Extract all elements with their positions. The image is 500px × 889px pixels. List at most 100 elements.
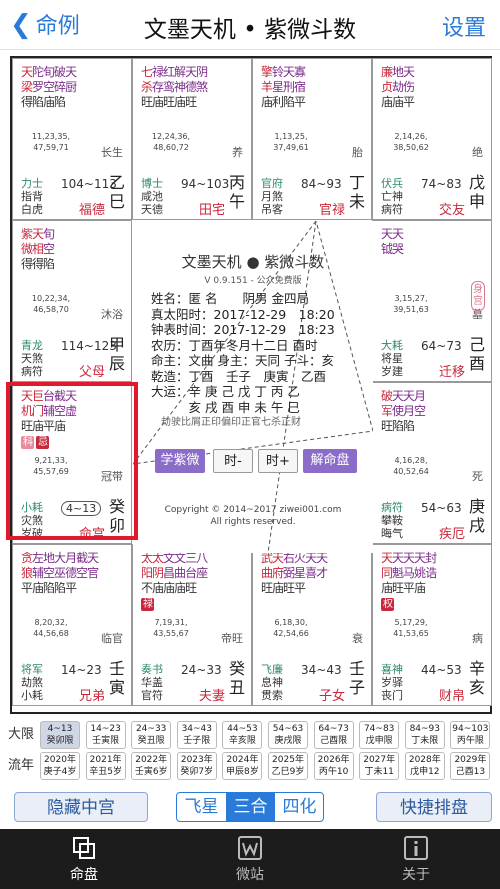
interpret-chart-button[interactable]: 解命盘 [303, 449, 357, 473]
star-char: 罗 [32, 80, 44, 94]
star-char: 天 [392, 227, 404, 241]
palace-name: 父母 [78, 365, 105, 380]
limit-top: 2023年 [180, 755, 213, 765]
sihua-badges: 禄 [141, 596, 207, 611]
minor-star: 小耗 [21, 501, 43, 514]
star-char: 天 [283, 65, 295, 79]
star-char: 太 [141, 551, 153, 565]
tab-about[interactable]: 关于 [376, 835, 456, 884]
palace-yin[interactable]: 贪左地大月截天 狼辅空巫德空官 平庙陷陷平 8,20,32, 44,56,68 临官 将军劫… [12, 544, 132, 706]
dayun-row: 大限 4~13 癸卯限 14~23 壬寅限 24~33 癸丑限 34~43 壬子限 44~53 辛… [4, 720, 496, 750]
dayun-cell[interactable]: 94~103 丙午限 [450, 721, 491, 749]
star-char: 天 [21, 65, 33, 79]
dayun-cell[interactable]: 54~63 庚戌限 [268, 721, 308, 749]
star-char: 庙 [152, 581, 164, 595]
limit-bottom: 丁未11 [364, 767, 394, 777]
liunian-cell[interactable]: 2029年 己酉13 [450, 752, 491, 780]
liunian-cell[interactable]: 2026年丙午10 [313, 752, 354, 780]
life-stage: 冠带 [101, 470, 123, 483]
star-char: 右 [283, 551, 295, 565]
star-char: 文 [174, 551, 186, 565]
dayun-cell[interactable]: 64~73 己酉限 [313, 721, 354, 749]
palace-si[interactable]: 天陀旬破天 梁罗空碎厨 得陷庙陷 11,23,35, 47,59,71 长生 力士 指背 白虎 1… [12, 58, 132, 220]
limit-top: 2026年 [317, 755, 350, 765]
star-char: 贞 [381, 80, 393, 94]
limit-bottom: 丙午10 [318, 767, 349, 777]
palace-chou[interactable]: 太太文文三八 阳阴昌曲台座 不庙庙庙旺禄 7,19,31, 43,55,67 帝旺 奏书 华盖… [132, 544, 252, 706]
dayun-cell[interactable]: 84~93 丁未限 [404, 721, 445, 749]
palace-zi[interactable]: 武天右火天天 曲府弼星喜才 旺庙旺平 6,18,30, 42,54,66 衰飞廉 息神 贯索 3… [252, 544, 372, 706]
palace-wei[interactable]: 擎铃天寡 羊星刑宿 庙利陷平 1,13,25, 37,49,61 胎官府 月煞 吊客 84~93… [252, 58, 372, 220]
star-row: 旺陷陷 [381, 419, 425, 434]
palace-chen[interactable]: 紫天旬 微相空 得得陷 10,22,34, 46,58,70 沐浴 青龙 天煞 病符 114~12… [12, 220, 132, 382]
life-stage: 衰 [352, 632, 363, 645]
star-char: 庙 [43, 95, 55, 109]
liunian-cell[interactable]: 2025年 乙巳9岁 [268, 752, 308, 780]
star-char: 伤 [403, 80, 415, 94]
life-stage: 胎 [352, 146, 363, 159]
dayun-cell[interactable]: 74~83 戊申限 [359, 721, 400, 749]
palace-hai[interactable]: 天天天天封 同魁马姚诰 庙旺平庙权 5,17,29, 41,53,65 病喜神 岁驿 丧门 44… [372, 544, 492, 706]
limit-bottom: 癸卯限 [46, 736, 74, 746]
dayun-cell[interactable]: 14~23 壬寅限 [85, 721, 126, 749]
limit-top: 2020年 [44, 755, 76, 765]
limit-bottom: 壬子限 [183, 736, 211, 746]
liunian-cell[interactable]: 2024年 甲辰8岁 [222, 752, 263, 780]
minor-stars: 伏兵 亡神 病符 [381, 177, 403, 216]
life-stage: 长生 [101, 146, 123, 159]
seg-sanhe[interactable]: 三合 [226, 793, 275, 821]
star-char: 大 [54, 551, 66, 565]
star-char: 钺 [381, 242, 393, 256]
star-char: 封 [425, 551, 437, 565]
palace-you[interactable]: 天天 钺哭 3,15,27, 39,51,63 墓大耗 将星 岁建 64~73 己酉迁移身宫 [372, 220, 492, 382]
star-char: 阴 [152, 566, 164, 580]
star-char: 诰 [425, 566, 437, 580]
star-char: 月 [414, 389, 426, 403]
limit-top: 2022年 [135, 755, 168, 765]
liunian-cell[interactable]: 2023年 癸卯7岁 [176, 752, 217, 780]
age-list: 1,13,25, 37,49,61 [273, 132, 309, 152]
star-row: 廉地天 [381, 65, 415, 80]
dayun-cell[interactable]: 4~13 癸卯限 [40, 721, 80, 749]
dayun-cell[interactable]: 34~43 壬子限 [176, 721, 217, 749]
copyright: Copyright © 2014~2017 ziwei001.com All ri… [164, 505, 342, 527]
w-icon [238, 836, 262, 860]
minor-star: 劫煞 [21, 676, 43, 689]
liunian-cell[interactable]: 2022年 壬寅6岁 [131, 752, 172, 780]
limit-top: 84~93 [409, 724, 441, 734]
liunian-cell[interactable]: 2027年 丁未11 [359, 752, 400, 780]
star-char: 庙 [392, 95, 404, 109]
star-char: 旬 [43, 227, 55, 241]
star-list: 贪左地大月截天 狼辅空巫德空官 平庙陷陷平 [21, 551, 99, 596]
dayun-cell[interactable]: 24~33 癸丑限 [131, 721, 172, 749]
palace-xu[interactable]: 破天天月 军使月空 旺陷陷 4,16,28, 40,52,64 死病符 攀鞍 晦气 54~63 庚… [372, 382, 492, 544]
hour-minus-button[interactable]: 时- [213, 449, 253, 473]
minor-star: 指背 [21, 190, 43, 203]
minor-stars: 将军 劫煞 小耗 [21, 663, 43, 702]
settings-button[interactable]: 设置 [442, 10, 486, 42]
age-list: 9,21,33, 45,57,69 [33, 456, 69, 476]
seg-sihua[interactable]: 四化 [275, 793, 323, 821]
palace-wu[interactable]: 七禄红解天阴 杀存鸾神德煞 旺庙旺庙旺 12,24,36, 48,60,72 养博士 咸池天… [132, 58, 252, 220]
liunian-cell[interactable]: 2021年 辛丑5岁 [85, 752, 126, 780]
star-char: 陷 [392, 419, 404, 433]
tab-microsite[interactable]: 微站 [210, 835, 290, 884]
limit-bottom: 壬寅限 [92, 736, 120, 746]
minor-star: 大耗 [381, 339, 403, 352]
dayun-cell[interactable]: 44~53 辛亥限 [222, 721, 263, 749]
star-row: 曲府弼星喜才 [261, 566, 328, 581]
center-palace: 文墨天机 ● 紫微斗数 V 0.9.151 - 公众免费版 姓名：匿 名 阴男 … [133, 221, 373, 553]
hour-plus-button[interactable]: 时+ [258, 449, 298, 473]
minor-stars: 力士 指背 白虎 [21, 177, 43, 216]
liunian-cell[interactable]: 2020年 庚子4岁 [40, 752, 80, 780]
star-char: 府 [272, 566, 284, 580]
hide-center-button[interactable]: 隐藏中宫 [14, 792, 148, 822]
seg-feixing[interactable]: 飞星 [177, 793, 226, 821]
learn-ziwei-button[interactable]: 学紫微 [155, 449, 205, 473]
liunian-cell[interactable]: 2028年 戊申12 [404, 752, 445, 780]
star-char: 七 [141, 65, 153, 79]
tab-chart[interactable]: 命盘 [44, 835, 124, 884]
palace-shen[interactable]: 廉地天 贞劫伤 庙庙平 2,14,26, 38,50,62 绝伏兵 亡神 病符 74~83 戊申交… [372, 58, 492, 220]
palace-mao[interactable]: 天巨台截天 机门辅空虚 旺庙平庙科忌 9,21,33, 45,57,69 冠带 小耗 灾煞 岁破… [12, 382, 132, 544]
quick-chart-button[interactable]: 快捷排盘 [376, 792, 492, 822]
